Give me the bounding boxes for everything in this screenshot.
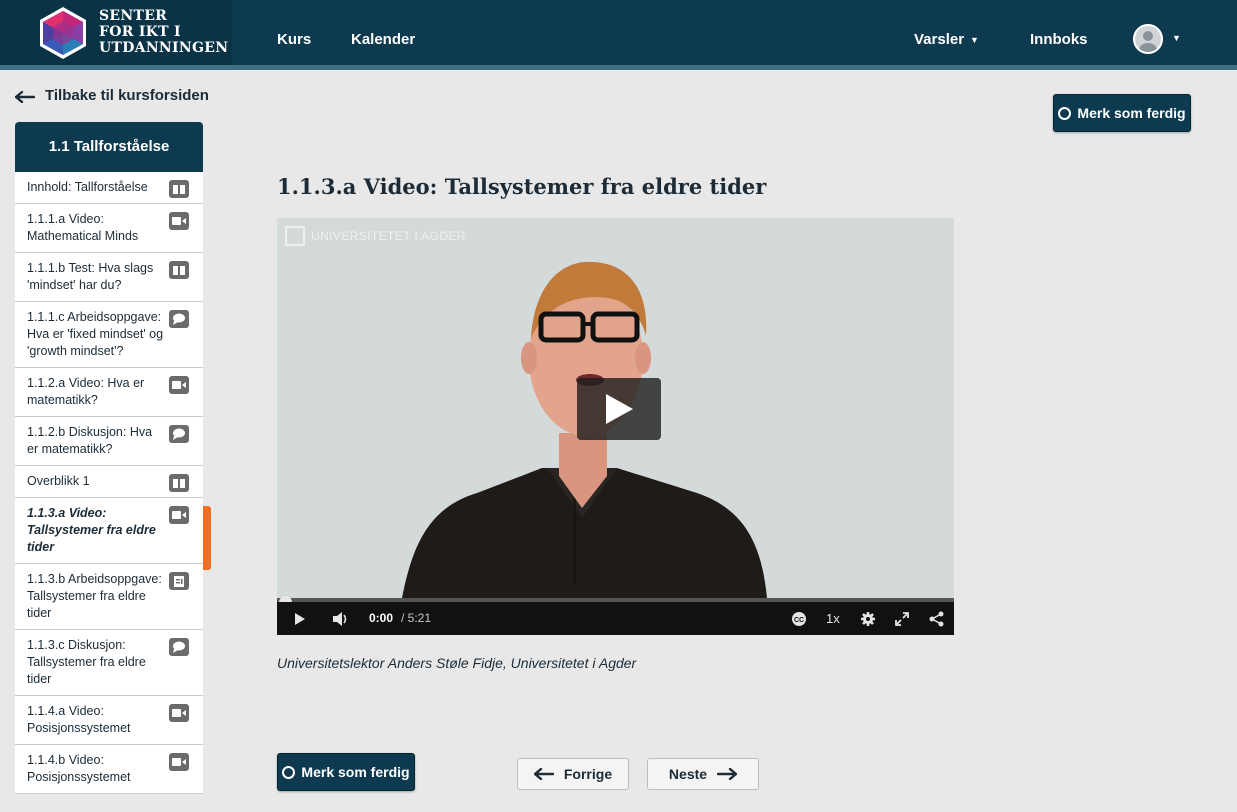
sidebar-item[interactable]: 1.1.3.b Arbeidsoppgave: Tallsystemer fra…	[15, 564, 203, 630]
arrow-left-icon	[14, 90, 36, 104]
nav-courses-link[interactable]: Kurs	[277, 31, 311, 48]
sidebar-item-label: 1.1.3.c Diskusjon: Tallsystemer fra eldr…	[27, 638, 146, 686]
university-watermark: UNIVERSITETET I AGDER	[285, 226, 466, 246]
logo-line-1: SENTER	[99, 8, 168, 24]
circle-outline-icon	[282, 765, 296, 779]
page-title: 1.1.3.a Video: Tallsystemer fra eldre ti…	[277, 174, 767, 199]
volume-icon[interactable]	[332, 611, 350, 627]
logo-line-3: UTDANNINGEN	[99, 40, 229, 56]
arrow-right-icon	[717, 768, 738, 780]
book-icon	[169, 474, 189, 492]
circle-outline-icon	[1058, 106, 1072, 120]
video-camera-icon	[169, 376, 189, 394]
sidebar-item[interactable]: 1.1.1.a Video: Mathematical Minds	[15, 204, 203, 253]
sidebar-item[interactable]: 1.1.1.c Arbeidsoppgave: Hva er 'fixed mi…	[15, 302, 203, 368]
svg-text:CC: CC	[794, 617, 804, 624]
video-camera-icon	[169, 212, 189, 230]
sidebar-item-active[interactable]: 1.1.3.a Video: Tallsystemer fra eldre ti…	[15, 498, 203, 564]
sidebar-list: Innhold: Tallforståelse 1.1.1.a Video: M…	[15, 172, 203, 794]
top-navigation-bar: SENTER FOR IKT I UTDANNINGEN Kurs Kalend…	[0, 0, 1237, 65]
share-icon[interactable]	[929, 611, 944, 627]
sidebar-item-label: 1.1.4.b Video: Posisjonssystemet	[27, 753, 131, 784]
settings-gear-icon[interactable]	[860, 611, 876, 627]
sidebar-item[interactable]: 1.1.1.b Test: Hva slags 'mindset' har du…	[15, 253, 203, 302]
chevron-down-icon[interactable]: ▼	[1172, 33, 1181, 43]
sidebar-item-label: 1.1.1.c Arbeidsoppgave: Hva er 'fixed mi…	[27, 310, 164, 358]
play-icon[interactable]	[294, 612, 306, 626]
sidebar-item[interactable]: Overblikk 1	[15, 466, 203, 498]
speech-bubble-icon	[169, 310, 189, 328]
sidebar-item-label: 1.1.1.b Test: Hva slags 'mindset' har du…	[27, 261, 154, 292]
book-icon	[169, 261, 189, 279]
document-icon	[169, 572, 189, 590]
video-camera-icon	[169, 506, 189, 524]
book-icon	[169, 180, 189, 198]
play-icon	[606, 394, 633, 424]
sidebar-item-label: 1.1.2.a Video: Hva er matematikk?	[27, 376, 145, 407]
sidebar-item-label: 1.1.3.a Video: Tallsystemer fra eldre ti…	[27, 506, 156, 554]
avatar[interactable]	[1133, 24, 1163, 54]
video-camera-icon	[169, 704, 189, 722]
video-player[interactable]: UNIVERSITETET I AGDER 0:00 / 5:21 CC 1x	[277, 218, 954, 635]
logo-line-2: FOR IKT I	[99, 24, 181, 40]
chevron-down-icon: ▼	[970, 35, 979, 45]
nav-inbox-link[interactable]: Innboks	[1030, 31, 1088, 48]
sidebar-item[interactable]: Innhold: Tallforståelse	[15, 172, 203, 204]
mark-complete-button-bottom[interactable]: Merk som ferdig	[277, 753, 415, 791]
nav-calendar-link[interactable]: Kalender	[351, 31, 415, 48]
fullscreen-icon[interactable]	[894, 611, 910, 627]
video-caption: Universitetslektor Anders Støle Fidje, U…	[277, 655, 637, 671]
logo-wordmark: SENTER FOR IKT I UTDANNINGEN	[99, 8, 228, 56]
sidebar-item[interactable]: 1.1.2.a Video: Hva er matematikk?	[15, 368, 203, 417]
previous-label: Forrige	[563, 766, 613, 782]
video-duration: / 5:21	[401, 611, 432, 625]
current-time: 0:00	[369, 611, 394, 625]
header-divider	[0, 65, 1237, 70]
active-item-indicator	[203, 506, 211, 570]
sidebar-item-label: 1.1.1.a Video: Mathematical Minds	[27, 212, 139, 243]
sidebar-item[interactable]: 1.1.2.b Diskusjon: Hva er matematikk?	[15, 417, 203, 466]
course-module-sidebar: 1.1 Tallforståelse Innhold: Tallforståel…	[15, 122, 203, 794]
watermark-text: UNIVERSITETET I AGDER	[311, 229, 466, 243]
sidebar-item[interactable]: 1.1.4.b Video: Posisjonssystemet	[15, 745, 203, 794]
mark-complete-button-top[interactable]: Merk som ferdig	[1053, 94, 1191, 132]
nav-notifications-menu[interactable]: Varsler ▼	[914, 31, 979, 48]
sidebar-item[interactable]: 1.1.4.a Video: Posisjonssystemet	[15, 696, 203, 745]
sidebar-item[interactable]: 1.1.3.c Diskusjon: Tallsystemer fra eldr…	[15, 630, 203, 696]
video-camera-icon	[169, 753, 189, 771]
sidebar-item-label: Overblikk 1	[27, 474, 90, 488]
back-to-course-link[interactable]: Tilbake til kursforsiden	[14, 87, 209, 104]
back-link-label: Tilbake til kursforsiden	[45, 87, 209, 104]
video-control-bar: 0:00 / 5:21 CC 1x	[277, 602, 954, 635]
nav-notifications-label: Varsler	[914, 31, 965, 48]
university-logo-icon	[285, 226, 305, 246]
big-play-button[interactable]	[577, 378, 661, 440]
playback-speed-button[interactable]: 1x	[826, 611, 840, 626]
arrow-left-icon	[533, 768, 554, 780]
sidebar-item-label: 1.1.3.b Arbeidsoppgave: Tallsystemer fra…	[27, 572, 162, 620]
next-button[interactable]: Neste	[647, 758, 759, 790]
next-label: Neste	[668, 766, 708, 782]
logo[interactable]: SENTER FOR IKT I UTDANNINGEN	[0, 0, 232, 65]
closed-captions-icon[interactable]: CC	[791, 611, 807, 627]
mark-complete-label: Merk som ferdig	[301, 764, 410, 780]
sidebar-item-label: 1.1.2.b Diskusjon: Hva er matematikk?	[27, 425, 153, 456]
sidebar-item-label: Innhold: Tallforståelse	[27, 180, 148, 194]
speech-bubble-icon	[169, 638, 189, 656]
speech-bubble-icon	[169, 425, 189, 443]
logo-hexagon-icon	[40, 7, 86, 59]
mark-complete-label: Merk som ferdig	[1077, 105, 1186, 121]
sidebar-item-label: 1.1.4.a Video: Posisjonssystemet	[27, 704, 131, 735]
previous-button[interactable]: Forrige	[517, 758, 629, 790]
sidebar-title: 1.1 Tallforståelse	[15, 122, 203, 172]
user-silhouette-icon	[1139, 31, 1157, 52]
